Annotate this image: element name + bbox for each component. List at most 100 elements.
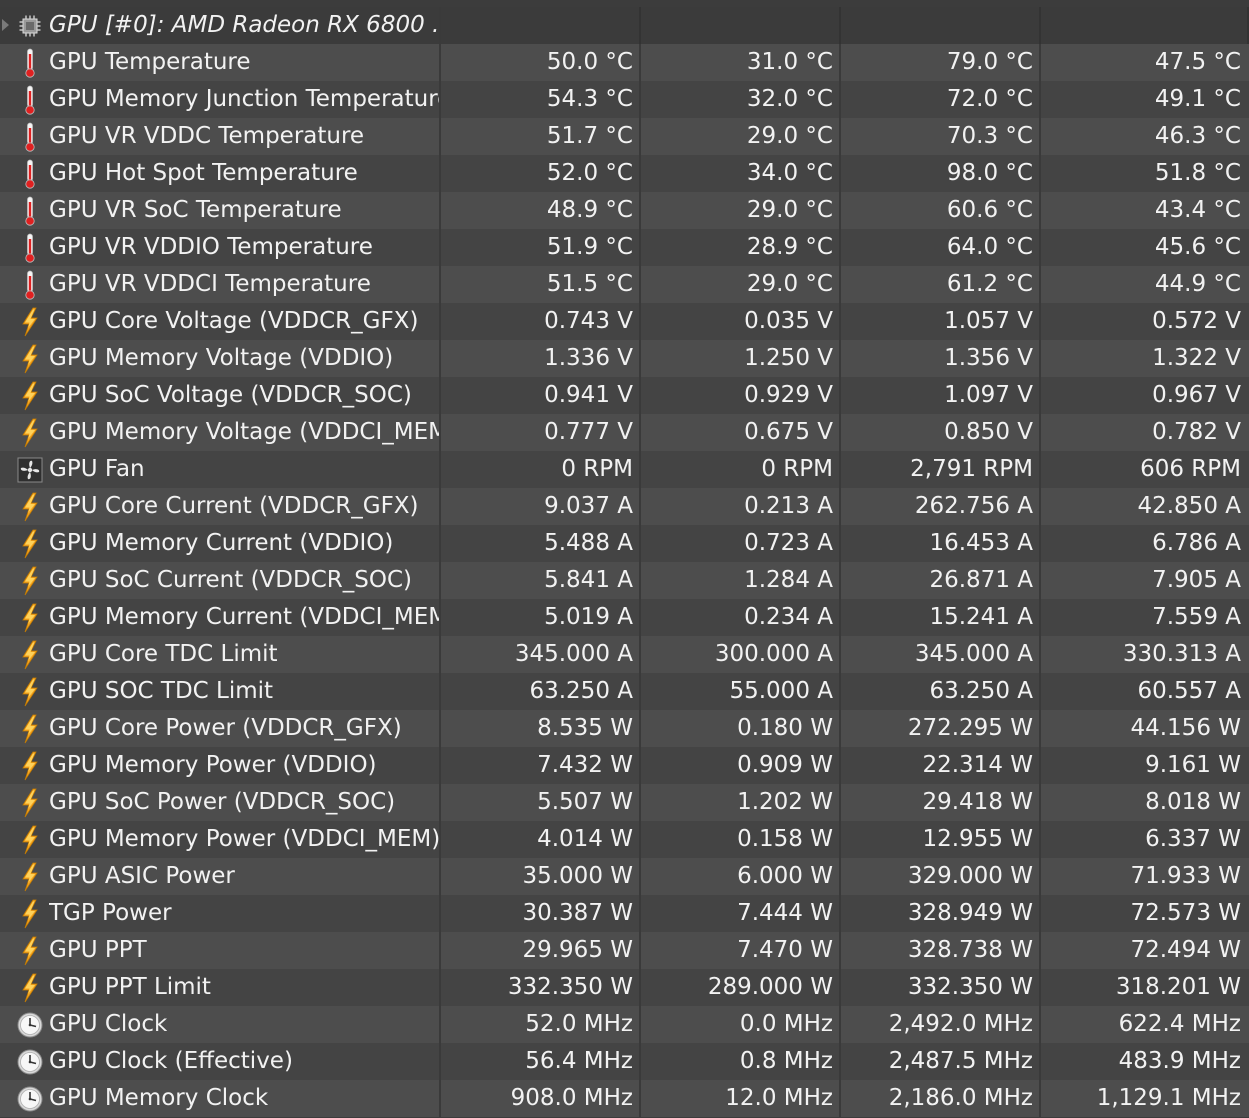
sensor-name: GPU Clock (Effective): [49, 1048, 293, 1074]
chip-icon: [17, 11, 43, 41]
sensor-avg-value: 46.3 °C: [1154, 123, 1241, 149]
sensor-row[interactable]: GPU Temperature 50.0 °C 31.0 °C 79.0 °C 47.5…: [0, 44, 1249, 81]
sensor-name: GPU ASIC Power: [49, 863, 235, 889]
sensor-max-value: 22.314 W: [841, 747, 1041, 784]
sensor-current-value: 51.5 °C: [441, 266, 641, 303]
sensor-min-value: 0.0 MHz: [641, 1006, 841, 1043]
sensor-max-value: 328.949 W: [841, 895, 1041, 932]
sensor-name-cell: GPU ASIC Power: [0, 858, 441, 895]
sensor-name-cell: GPU Memory Voltage (VDDCI_MEM): [0, 414, 441, 451]
thermometer-icon: [17, 48, 43, 78]
sensor-row[interactable]: GPU Memory Voltage (VDDCI_MEM) 0.777 V 0.6…: [0, 414, 1249, 451]
sensor-row[interactable]: GPU Memory Junction Temperature 54.3 °C 32…: [0, 81, 1249, 118]
sensor-name: GPU Core Power (VDDCR_GFX): [49, 715, 402, 741]
sensor-current-value: 5.488 A: [441, 525, 641, 562]
sensor-row[interactable]: GPU Hot Spot Temperature 52.0 °C 34.0 °C 98…: [0, 155, 1249, 192]
sensor-row[interactable]: GPU PPT Limit 332.350 W 289.000 W 332.350 W…: [0, 969, 1249, 1006]
sensor-current-value: 5.507 W: [441, 784, 641, 821]
sensor-min-value: 12.0 MHz: [641, 1080, 841, 1117]
tree-collapse-arrow-icon[interactable]: [2, 19, 9, 31]
sensor-row[interactable]: GPU Core Voltage (VDDCR_GFX) 0.743 V 0.035…: [0, 303, 1249, 340]
sensor-avg-value: 43.4 °C: [1154, 197, 1241, 223]
sensor-min-value: 7.444 W: [641, 895, 841, 932]
sensor-max-value: 1.356 V: [841, 340, 1041, 377]
group-name-cell: GPU [#0]: AMD Radeon RX 6800 ...: [0, 7, 441, 44]
sensor-avg-value: 47.5 °C: [1154, 49, 1241, 75]
sensor-row[interactable]: GPU Memory Power (VDDIO) 7.432 W 0.909 W 22…: [0, 747, 1249, 784]
sensor-avg-value: 1.322 V: [1152, 345, 1241, 371]
sensor-row[interactable]: GPU Core TDC Limit 345.000 A 300.000 A 345.…: [0, 636, 1249, 673]
sensor-current-value: 332.350 W: [441, 969, 641, 1006]
sensor-max-value: 26.871 A: [841, 562, 1041, 599]
lightning-icon: [17, 381, 43, 411]
lightning-icon: [17, 307, 43, 337]
sensor-current-value: 52.0 MHz: [441, 1006, 641, 1043]
sensor-row[interactable]: GPU Memory Current (VDDIO) 5.488 A 0.723 A…: [0, 525, 1249, 562]
sensor-current-value: 5.841 A: [441, 562, 641, 599]
sensor-row[interactable]: GPU Core Power (VDDCR_GFX) 8.535 W 0.180 W…: [0, 710, 1249, 747]
sensor-current-value: 54.3 °C: [441, 81, 641, 118]
sensor-row[interactable]: GPU Memory Power (VDDCI_MEM) 4.014 W 0.158…: [0, 821, 1249, 858]
group-header-row[interactable]: GPU [#0]: AMD Radeon RX 6800 ...: [0, 7, 1249, 44]
sensor-row[interactable]: GPU Memory Voltage (VDDIO) 1.336 V 1.250 V…: [0, 340, 1249, 377]
lightning-icon: [17, 418, 43, 448]
fan-icon: [17, 455, 43, 485]
group-avg-cell: [1041, 7, 1249, 44]
sensor-row[interactable]: GPU SoC Voltage (VDDCR_SOC) 0.941 V 0.929 …: [0, 377, 1249, 414]
sensor-min-value: 0.234 A: [641, 599, 841, 636]
sensor-max-value: 61.2 °C: [841, 266, 1041, 303]
sensor-row[interactable]: GPU SOC TDC Limit 63.250 A 55.000 A 63.250 …: [0, 673, 1249, 710]
sensor-row[interactable]: GPU ASIC Power 35.000 W 6.000 W 329.000 W 71…: [0, 858, 1249, 895]
sensor-row[interactable]: GPU SoC Power (VDDCR_SOC) 5.507 W 1.202 W2…: [0, 784, 1249, 821]
sensor-name-cell: GPU PPT Limit: [0, 969, 441, 1006]
sensor-row[interactable]: GPU Clock (Effective) 56.4 MHz 0.8 MHz 2,48…: [0, 1043, 1249, 1080]
sensor-name-cell: GPU PPT: [0, 932, 441, 969]
sensor-row[interactable]: GPU VR VDDCI Temperature 51.5 °C 29.0 °C 61…: [0, 266, 1249, 303]
sensor-row[interactable]: GPU Memory Current (VDDCI_MEM) 5.019 A 0.2…: [0, 599, 1249, 636]
sensor-row[interactable]: GPU Core Current (VDDCR_GFX) 9.037 A 0.213…: [0, 488, 1249, 525]
sensor-max-value: 64.0 °C: [841, 229, 1041, 266]
sensor-avg-value: 44.156 W: [1130, 715, 1241, 741]
sensor-name: GPU VR VDDC Temperature: [49, 123, 365, 149]
sensor-max-value: 328.738 W: [841, 932, 1041, 969]
sensor-avg-value: 72.573 W: [1130, 900, 1241, 926]
sensor-min-value: 7.470 W: [641, 932, 841, 969]
sensor-avg-value: 0.572 V: [1152, 308, 1241, 334]
sensor-current-value: 50.0 °C: [441, 44, 641, 81]
sensor-row[interactable]: GPU VR VDDIO Temperature 51.9 °C 28.9 °C 64…: [0, 229, 1249, 266]
sensor-current-value: 51.7 °C: [441, 118, 641, 155]
sensor-row[interactable]: GPU SoC Current (VDDCR_SOC) 5.841 A 1.284 …: [0, 562, 1249, 599]
sensor-row[interactable]: GPU VR VDDC Temperature 51.7 °C 29.0 °C 70.…: [0, 118, 1249, 155]
sensor-name-cell: GPU Temperature: [0, 44, 441, 81]
sensor-row[interactable]: GPU Fan 0 RPM 0 RPM 2,791 RPM 606 RPM: [0, 451, 1249, 488]
sensor-name: GPU SoC Current (VDDCR_SOC): [49, 567, 412, 593]
group-min-cell: [641, 7, 841, 44]
sensor-min-value: 289.000 W: [641, 969, 841, 1006]
lightning-icon: [17, 788, 43, 818]
sensor-max-value: 272.295 W: [841, 710, 1041, 747]
thermometer-icon: [17, 122, 43, 152]
sensor-avg-value: 45.6 °C: [1154, 234, 1241, 260]
sensor-current-value: 51.9 °C: [441, 229, 641, 266]
sensor-min-value: 29.0 °C: [641, 118, 841, 155]
sensor-row[interactable]: TGP Power 30.387 W 7.444 W 328.949 W 72.573 …: [0, 895, 1249, 932]
sensor-min-value: 32.0 °C: [641, 81, 841, 118]
sensor-name-cell: GPU Clock: [0, 1006, 441, 1043]
sensor-current-value: 345.000 A: [441, 636, 641, 673]
sensor-row[interactable]: GPU PPT 29.965 W 7.470 W 328.738 W 72.494 W: [0, 932, 1249, 969]
sensor-row[interactable]: GPU VR SoC Temperature 48.9 °C 29.0 °C 60.6…: [0, 192, 1249, 229]
sensor-name-cell: GPU Fan: [0, 451, 441, 488]
group-title: GPU [#0]: AMD Radeon RX 6800 ...: [49, 12, 439, 38]
sensor-name: GPU PPT Limit: [49, 974, 211, 1000]
lightning-icon: [17, 640, 43, 670]
sensor-max-value: 2,492.0 MHz: [841, 1006, 1041, 1043]
sensor-row[interactable]: GPU Memory Clock 908.0 MHz 12.0 MHz 2,186.0…: [0, 1080, 1249, 1117]
sensor-min-value: 55.000 A: [641, 673, 841, 710]
lightning-icon: [17, 492, 43, 522]
sensor-max-value: 332.350 W: [841, 969, 1041, 1006]
lightning-icon: [17, 714, 43, 744]
sensor-row[interactable]: GPU Clock 52.0 MHz 0.0 MHz 2,492.0 MHz 622.4…: [0, 1006, 1249, 1043]
sensor-current-value: 8.535 W: [441, 710, 641, 747]
sensor-name-cell: GPU Core Current (VDDCR_GFX): [0, 488, 441, 525]
sensor-current-value: 4.014 W: [441, 821, 641, 858]
